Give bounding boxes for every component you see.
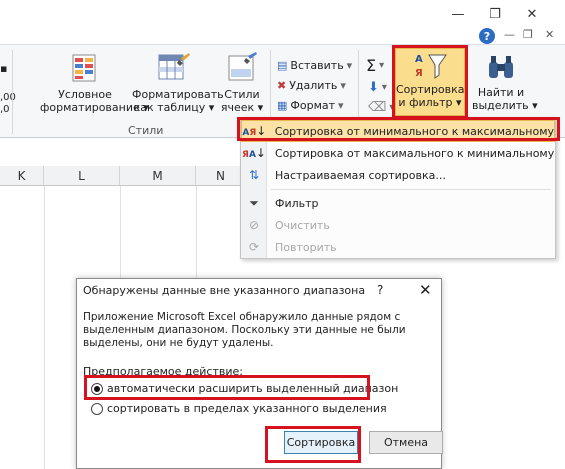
- clear-button[interactable]: ⌫ ▾: [368, 100, 394, 115]
- dialog-title: Обнаружены данные вне указанного диапазо…: [83, 284, 366, 297]
- column-header-l[interactable]: L: [44, 166, 120, 186]
- format-as-table-label2: как таблицу ▾: [133, 101, 215, 114]
- cell-styles-icon: [228, 52, 257, 81]
- menu-item-reapply[interactable]: ⟳ Повторить: [241, 236, 555, 258]
- menu-item-label: Фильтр: [275, 196, 319, 210]
- ribbon-restore-button[interactable]: ❐: [523, 28, 533, 41]
- help-icon[interactable]: ?: [479, 28, 495, 44]
- cancel-button[interactable]: Отмена: [369, 431, 443, 454]
- sort-filter-highlight: [392, 45, 468, 119]
- insert-cells-button[interactable]: ▤ Вставить ▾: [277, 59, 352, 72]
- binoculars-icon: [489, 56, 513, 78]
- eraser-icon: ⌫: [368, 100, 387, 115]
- menu-item-label: Настраиваемая сортировка...: [275, 168, 446, 182]
- format-as-table-icon: [158, 53, 190, 80]
- styles-group-label: Стили: [128, 124, 164, 137]
- menu-item-custom-sort[interactable]: ⇅ Настраиваемая сортировка...: [241, 164, 555, 186]
- radio-sort-within-selection[interactable]: [91, 402, 103, 415]
- delete-cells-icon: ✖: [277, 79, 287, 92]
- delete-cells-button[interactable]: ✖ Удалить ▾: [277, 79, 346, 92]
- column-header-n[interactable]: N: [196, 166, 246, 186]
- option-sort-within-selection[interactable]: сортировать в пределах указанного выделе…: [91, 402, 387, 415]
- custom-sort-icon: ⇅: [248, 168, 260, 182]
- cell-styles-label1: Стили: [224, 88, 260, 101]
- autosum-button[interactable]: Σ ▾: [366, 56, 384, 75]
- format-as-table-button[interactable]: Форматировать как таблицу ▾: [132, 52, 224, 114]
- menu-item-filter[interactable]: ⏷ Фильтр: [241, 192, 555, 214]
- find-select-button[interactable]: Найти и выделить ▾: [472, 52, 538, 112]
- fill-down-icon: ⬇: [368, 80, 379, 95]
- close-button[interactable]: ✕: [517, 4, 547, 24]
- ribbon-close-button[interactable]: ✕: [545, 28, 554, 41]
- left-edge-format-icon[interactable]: ▪: [0, 62, 7, 75]
- menu-item-label: Очистить: [275, 218, 330, 232]
- window-titlebar: — ❐ ✕: [0, 0, 565, 30]
- find-select-label2: выделить ▾: [472, 99, 538, 112]
- format-cells-label: Формат: [290, 99, 336, 112]
- column-header-m[interactable]: M: [120, 166, 196, 186]
- cell-styles-button[interactable]: Стили ячеек ▾: [215, 52, 269, 114]
- restore-button[interactable]: ❐: [480, 4, 510, 24]
- find-select-label1: Найти и: [477, 86, 525, 99]
- cell-styles-label2: ячеек ▾: [220, 101, 264, 114]
- format-cells-button[interactable]: ▦ Формат ▾: [277, 99, 344, 112]
- column-header-k[interactable]: K: [0, 166, 44, 186]
- ribbon-minimize-button[interactable]: —: [504, 28, 515, 41]
- format-as-table-label1: Форматировать: [132, 88, 224, 101]
- menu-item-sort-descending[interactable]: ЯА↓ Сортировка от максимального к минима…: [241, 142, 555, 164]
- dialog-message: Приложение Microsoft Excel обнаружило да…: [83, 311, 406, 349]
- dialog-help-icon[interactable]: ?: [377, 283, 383, 297]
- menu-item-label: Повторить: [275, 240, 337, 254]
- format-cells-icon: ▦: [277, 99, 288, 112]
- dialog-close-icon[interactable]: ✕: [419, 281, 432, 299]
- sort-desc-icon: ЯА↓: [242, 146, 266, 160]
- option-within-label: сортировать в пределах указанного выделе…: [107, 402, 387, 415]
- sort-ascending-highlight: [237, 117, 560, 141]
- filter-icon: ⏷: [249, 195, 259, 210]
- left-edge-decimal-label: ,0: [0, 104, 10, 115]
- grid-line: [44, 186, 45, 469]
- conditional-formatting-icon: [72, 54, 96, 82]
- reapply-icon: ⟳: [248, 240, 260, 254]
- menu-item-label: Сортировка от максимального к минимально…: [275, 146, 555, 160]
- menu-separator: [271, 189, 551, 190]
- delete-cells-label: Удалить: [289, 79, 338, 92]
- conditional-formatting-label2: форматирование ▾: [40, 101, 149, 114]
- expand-option-highlight: [84, 375, 370, 400]
- sort-warning-dialog: Обнаружены данные вне указанного диапазо…: [76, 278, 443, 469]
- insert-cells-icon: ▤: [277, 59, 288, 72]
- sort-button-highlight: [265, 426, 361, 463]
- minimize-button[interactable]: —: [443, 4, 473, 24]
- conditional-formatting-label1: Условное: [58, 88, 112, 101]
- menu-item-clear[interactable]: ⊘ Очистить: [241, 214, 555, 236]
- insert-cells-label: Вставить: [290, 59, 344, 72]
- sigma-icon: Σ: [366, 56, 377, 75]
- clear-filter-icon: ⊘: [248, 218, 260, 232]
- left-edge-number-label: ,00: [0, 92, 16, 103]
- fill-button[interactable]: ⬇ ▾: [368, 80, 387, 95]
- group-separator: [12, 50, 13, 134]
- conditional-formatting-button[interactable]: Условное форматирование ▾: [40, 52, 149, 114]
